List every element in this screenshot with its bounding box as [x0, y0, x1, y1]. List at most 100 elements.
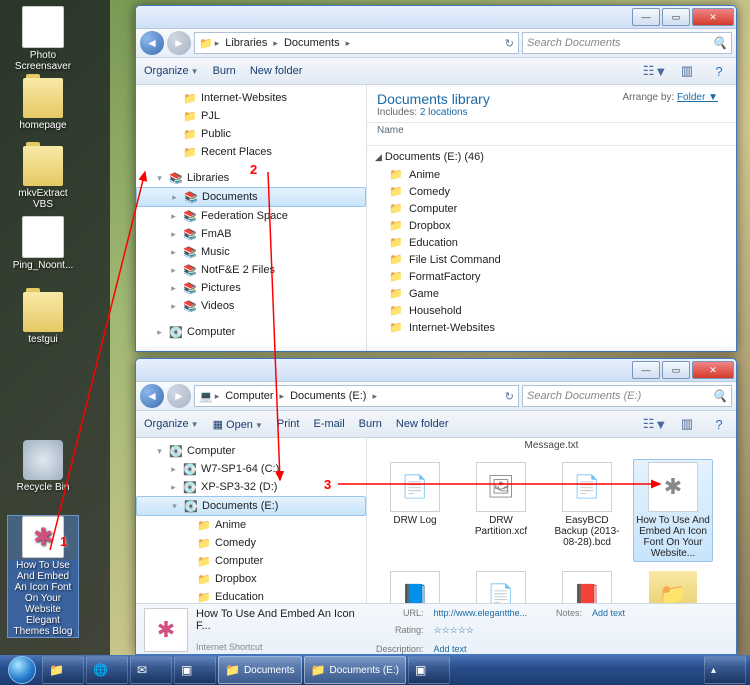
crumb-documents-e[interactable]: Documents (E:) [286, 389, 370, 403]
tree-node[interactable]: 📁Computer [136, 552, 366, 570]
group-header[interactable]: ◢Documents (E:) (46) [373, 148, 730, 166]
titlebar[interactable]: — ▭ ✕ [136, 359, 736, 382]
expand-icon[interactable]: ▾ [154, 173, 165, 184]
expand-icon[interactable]: ▸ [168, 247, 179, 258]
email-button[interactable]: E-mail [313, 418, 344, 430]
taskbar-button[interactable]: ✉ [130, 656, 172, 684]
expand-icon[interactable]: ▾ [169, 501, 180, 512]
refresh-icon[interactable]: ↻ [505, 390, 514, 403]
expand-icon[interactable]: ▸ [168, 229, 179, 240]
details-rating[interactable]: ☆☆☆☆☆ [434, 625, 548, 642]
expand-icon[interactable]: ▸ [168, 482, 179, 493]
preview-pane-button[interactable]: ▥ [678, 63, 696, 79]
help-button[interactable]: ? [710, 416, 728, 432]
details-notes[interactable]: Add text [592, 608, 728, 655]
search-input[interactable]: Search Documents🔍 [522, 32, 732, 54]
file-list[interactable]: ◢Documents (E:) (46) 📁Anime📁Comedy📁Compu… [367, 146, 736, 352]
organize-menu[interactable]: Organize▼ [144, 65, 199, 77]
list-item[interactable]: 📁Internet-Websites [373, 319, 730, 336]
forward-button[interactable]: ► [167, 384, 191, 408]
system-tray[interactable]: ▴ [704, 656, 746, 684]
desktop-icon[interactable]: testgui [8, 292, 78, 345]
maximize-button[interactable]: ▭ [662, 8, 690, 26]
desktop[interactable]: Photo Screensaver homepage mkvExtract VBS P… [0, 0, 750, 685]
start-button[interactable] [4, 656, 40, 684]
close-button[interactable]: ✕ [692, 8, 734, 26]
navigation-pane[interactable]: ▾💽Computer▸💽W7-SP1-64 (C:)▸💽XP-SP3-32 (D… [136, 438, 367, 603]
desktop-icon[interactable]: mkvExtract VBS [8, 146, 78, 210]
view-menu[interactable]: ☷▼ [646, 416, 664, 432]
tree-node[interactable]: 📁Recent Places [136, 143, 366, 161]
tree-node[interactable]: ▸💽XP-SP3-32 (D:) [136, 478, 366, 496]
breadcrumb[interactable]: 📁 ▸ Libraries▸ Documents▸ ↻ [194, 32, 519, 54]
list-item[interactable]: 📁Anime [373, 166, 730, 183]
forward-button[interactable]: ► [167, 31, 191, 55]
taskbar-button[interactable]: 📁Documents (E:) [304, 656, 406, 684]
tree-node[interactable]: ▸📚Federation Space [136, 207, 366, 225]
minimize-button[interactable]: — [632, 8, 660, 26]
back-button[interactable]: ◄ [140, 384, 164, 408]
expand-icon[interactable]: ▸ [168, 301, 179, 312]
new-folder-button[interactable]: New folder [396, 418, 449, 430]
new-folder-button[interactable]: New folder [250, 65, 303, 77]
tree-node[interactable]: ▸📚Videos [136, 297, 366, 315]
tree-node[interactable]: ▾📚Libraries [136, 169, 366, 187]
tree-node[interactable]: 📁Education [136, 588, 366, 603]
desktop-icon[interactable]: Recycle Bin [8, 440, 78, 493]
tree-node[interactable]: ▸📚Pictures [136, 279, 366, 297]
expand-icon[interactable]: ▸ [154, 327, 165, 338]
tree-node[interactable]: ▾💽Documents (E:) [136, 496, 366, 516]
taskbar-button[interactable]: 📁 [42, 656, 84, 684]
breadcrumb[interactable]: 💻▸ Computer▸ Documents (E:)▸ ↻ [194, 385, 519, 407]
list-item[interactable]: 📁Comedy [373, 183, 730, 200]
help-button[interactable]: ? [710, 63, 728, 79]
list-item[interactable]: 📁FormatFactory [373, 268, 730, 285]
taskbar-button[interactable]: 📁Documents [218, 656, 302, 684]
titlebar[interactable]: — ▭ ✕ [136, 6, 736, 29]
file-item[interactable]: 📄New Text [461, 568, 541, 603]
content-pane[interactable]: Message.txt 📄DRW Log🖼DRW Partition.xcf📄E… [367, 438, 736, 603]
arrange-by-menu[interactable]: Folder ▼ [677, 92, 718, 103]
desktop-icon[interactable]: Photo Screensaver [8, 6, 78, 72]
tree-node[interactable]: 📁Comedy [136, 534, 366, 552]
list-item[interactable]: 📁File List Command [373, 251, 730, 268]
close-button[interactable]: ✕ [692, 361, 734, 379]
tree-node[interactable]: ▸📚Documents [136, 187, 366, 207]
taskbar[interactable]: 📁🌐✉▣📁Documents📁Documents (E:)▣ ▴ [0, 655, 750, 685]
details-description[interactable]: Add text [434, 644, 548, 655]
desktop-icon[interactable]: ✱How To Use And Embed An Icon Font On Yo… [8, 516, 78, 637]
crumb-libraries[interactable]: Libraries [221, 36, 271, 50]
content-pane[interactable]: Documents library Includes: 2 locations … [367, 85, 736, 352]
burn-button[interactable]: Burn [213, 65, 236, 77]
file-item[interactable]: 🖼DRW Partition.xcf [461, 459, 541, 562]
print-button[interactable]: Print [277, 418, 300, 430]
list-item[interactable]: 📁Computer [373, 200, 730, 217]
tree-node[interactable]: 📁Internet-Websites [136, 89, 366, 107]
back-button[interactable]: ◄ [140, 31, 164, 55]
file-item[interactable]: ✱How To Use And Embed An Icon Font On Yo… [633, 459, 713, 562]
expand-icon[interactable]: ▸ [169, 192, 180, 203]
desktop-icon[interactable]: Ping_Noont... [8, 216, 78, 271]
file-item[interactable]: 📄EasyBCD Backup (2013-08-28).bcd [547, 459, 627, 562]
taskbar-button[interactable]: ▣ [174, 656, 216, 684]
crumb-computer[interactable]: Computer [221, 389, 277, 403]
list-item[interactable]: 📁Dropbox [373, 217, 730, 234]
tree-node[interactable]: ▸📚Music [136, 243, 366, 261]
crumb-documents[interactable]: Documents [280, 36, 344, 50]
preview-pane-button[interactable]: ▥ [678, 416, 696, 432]
file-item[interactable]: 📘My Word [375, 568, 455, 603]
file-icon-view[interactable]: 📄DRW Log🖼DRW Partition.xcf📄EasyBCD Backu… [367, 451, 736, 603]
desktop-icon[interactable]: homepage [8, 78, 78, 131]
open-menu[interactable]: ▦ Open▼ [213, 418, 263, 431]
refresh-icon[interactable]: ↻ [505, 37, 514, 50]
expand-icon[interactable]: ▸ [168, 283, 179, 294]
organize-menu[interactable]: Organize▼ [144, 418, 199, 430]
expand-icon[interactable]: ▸ [168, 265, 179, 276]
file-item[interactable]: 📄DRW Log [375, 459, 455, 562]
expand-icon[interactable]: ▸ [168, 211, 179, 222]
explorer-window-documents-e[interactable]: — ▭ ✕ ◄ ► 💻▸ Computer▸ Documents (E:)▸ ↻… [135, 358, 737, 655]
list-item[interactable]: 📁Household [373, 302, 730, 319]
tree-node[interactable]: ▸💽Computer [136, 323, 366, 341]
tree-node[interactable]: 📁Dropbox [136, 570, 366, 588]
navigation-pane[interactable]: 📁Internet-Websites📁PJL📁Public📁Recent Pla… [136, 85, 367, 352]
